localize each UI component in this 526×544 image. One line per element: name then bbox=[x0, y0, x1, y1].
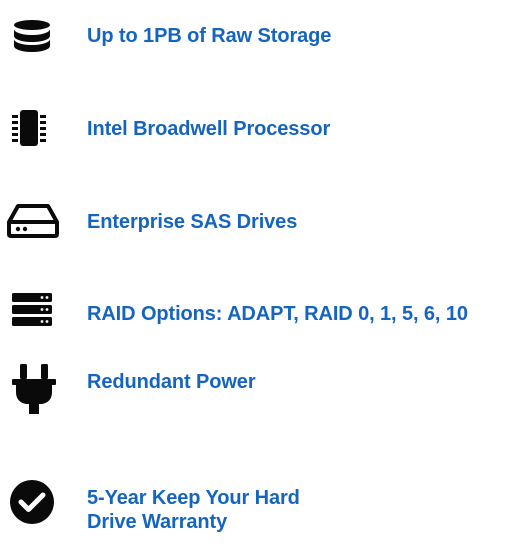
feature-label-warranty: 5-Year Keep Your Hard Drive Warranty bbox=[87, 486, 300, 534]
check-circle-icon bbox=[9, 479, 55, 525]
feature-label-warranty-line-1: 5-Year Keep Your Hard bbox=[87, 487, 300, 509]
microchip-icon bbox=[9, 108, 49, 148]
hard-drive-icon bbox=[6, 203, 60, 239]
feature-label-warranty-line-2: Drive Warranty bbox=[87, 511, 228, 533]
feature-list: Up to 1PB of Raw Storage Intel Broadwell… bbox=[0, 0, 526, 544]
feature-label-drives: Enterprise SAS Drives bbox=[87, 211, 298, 233]
power-plug-icon bbox=[12, 364, 56, 414]
feature-label-processor: Intel Broadwell Processor bbox=[87, 118, 331, 140]
feature-label-power: Redundant Power bbox=[87, 371, 256, 393]
server-icon bbox=[11, 292, 53, 328]
feature-label-storage: Up to 1PB of Raw Storage bbox=[87, 25, 332, 47]
feature-label-raid: RAID Options: ADAPT, RAID 0, 1, 5, 6, 10 bbox=[87, 303, 468, 325]
database-icon bbox=[13, 20, 51, 52]
